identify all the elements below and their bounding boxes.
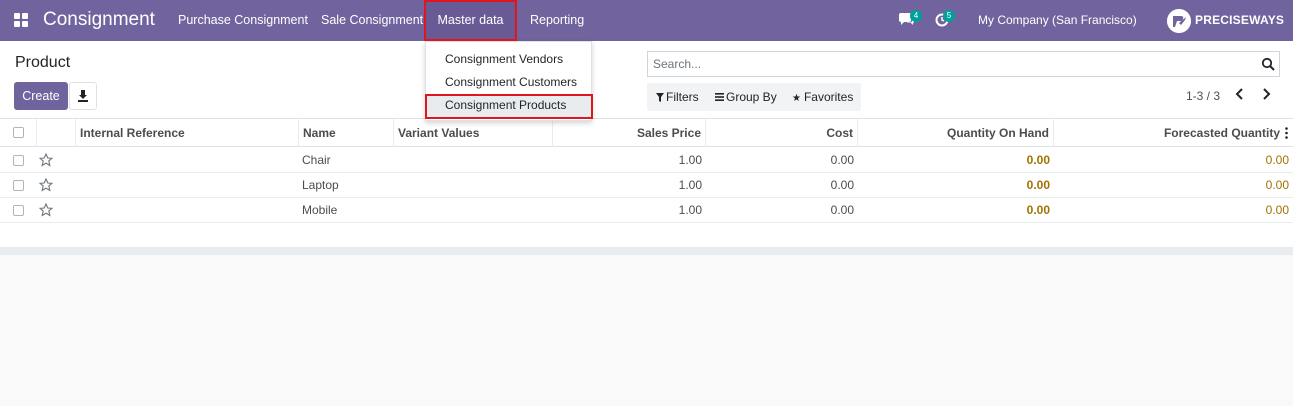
cell-sales-price: 1.00 (678, 178, 702, 192)
star-outline-icon[interactable] (39, 153, 53, 167)
control-panel: Product Create Filters Group By ★Favorit… (0, 41, 1293, 119)
top-navbar: Consignment Purchase Consignment Sale Co… (0, 0, 1293, 41)
select-all-checkbox[interactable] (13, 127, 24, 138)
star-outline-icon[interactable] (39, 203, 53, 217)
table-header: Internal Reference Name Variant Values S… (0, 119, 1293, 147)
row-checkbox[interactable] (13, 155, 24, 166)
cell-internal-reference (76, 198, 299, 223)
row-checkbox[interactable] (13, 180, 24, 191)
search-options: Filters Group By ★ Favorites (647, 83, 861, 111)
favorite-column-header (37, 119, 76, 147)
cell-name: Mobile (302, 203, 338, 217)
search-bar[interactable] (647, 51, 1280, 77)
star-outline-icon[interactable] (39, 178, 53, 192)
product-list-table: Internal Reference Name Variant Values S… (0, 119, 1293, 247)
cell-forecasted-quantity: 0.00 (1265, 178, 1289, 192)
cell-forecasted-quantity: 0.00 (1265, 203, 1289, 217)
menu-item-consignment-customers[interactable]: Consignment Customers (426, 71, 593, 94)
cell-quantity-on-hand: 0.00 (1026, 153, 1050, 167)
cell-variant-values (394, 148, 553, 173)
table-row[interactable]: Mobile 1.00 0.00 0.00 0.00 (0, 198, 1293, 223)
cell-quantity-on-hand: 0.00 (1026, 178, 1050, 192)
favorites-label: Favorites (803, 90, 854, 104)
cell-variant-values (394, 173, 553, 198)
pager-value[interactable]: 1-3 / 3 (1186, 89, 1220, 103)
company-switcher[interactable]: My Company (San Francisco) (978, 0, 1137, 41)
select-all-cell (0, 119, 37, 147)
cell-sales-price: 1.00 (678, 203, 702, 217)
column-cost[interactable]: Cost (706, 119, 858, 147)
user-menu[interactable]: PRECISEWAYS (1195, 0, 1284, 41)
activity-count-badge: 5 (943, 10, 955, 22)
favorites-button[interactable]: ★ Favorites (792, 83, 853, 111)
export-button[interactable] (69, 82, 97, 110)
menu-reporting[interactable]: Reporting (530, 0, 584, 41)
cell-sales-price: 1.00 (678, 153, 702, 167)
table-row[interactable]: Laptop 1.00 0.00 0.00 0.00 (0, 173, 1293, 198)
cell-forecasted-quantity: 0.00 (1265, 153, 1289, 167)
column-variant-values[interactable]: Variant Values (394, 119, 553, 147)
menu-master-data[interactable]: Master data (425, 0, 516, 41)
group-by-icon (715, 93, 724, 101)
cell-cost: 0.00 (830, 203, 854, 217)
cell-cost: 0.00 (830, 153, 854, 167)
chevron-right-icon[interactable] (1260, 87, 1272, 101)
user-avatar-logo-icon[interactable] (1167, 9, 1191, 33)
filters-label: Filters (666, 90, 699, 104)
cell-variant-values (394, 198, 553, 223)
row-checkbox[interactable] (13, 205, 24, 216)
cell-cost: 0.00 (830, 178, 854, 192)
filter-icon (656, 93, 664, 102)
column-sales-price[interactable]: Sales Price (553, 119, 706, 147)
cell-name: Chair (302, 153, 331, 167)
column-internal-reference[interactable]: Internal Reference (76, 119, 299, 147)
group-by-button[interactable]: Group By (715, 83, 777, 111)
column-forecasted-quantity[interactable]: Forecasted Quantity (1054, 119, 1284, 147)
cell-name: Laptop (302, 178, 339, 192)
column-name[interactable]: Name (299, 119, 394, 147)
list-footer (0, 247, 1293, 255)
app-title[interactable]: Consignment (43, 9, 155, 31)
cell-internal-reference (76, 148, 299, 173)
table-row[interactable]: Chair 1.00 0.00 0.00 0.00 (0, 148, 1293, 173)
filters-button[interactable]: Filters (656, 83, 699, 111)
search-input[interactable] (648, 52, 1248, 76)
chevron-left-icon[interactable] (1234, 87, 1246, 101)
chat-count-badge: 4 (910, 10, 922, 22)
menu-sale-consignment[interactable]: Sale Consignment (321, 0, 423, 41)
create-button[interactable]: Create (14, 82, 68, 110)
column-quantity-on-hand[interactable]: Quantity On Hand (858, 119, 1054, 147)
menu-item-consignment-vendors[interactable]: Consignment Vendors (426, 48, 593, 71)
download-icon (78, 90, 88, 102)
apps-menu-icon[interactable] (14, 13, 28, 27)
master-data-dropdown: Consignment Vendors Consignment Customer… (425, 41, 593, 121)
star-icon: ★ (792, 93, 801, 104)
cell-quantity-on-hand: 0.00 (1026, 203, 1050, 217)
cell-internal-reference (76, 173, 299, 198)
optional-columns-icon[interactable] (1285, 127, 1288, 139)
menu-item-consignment-products[interactable]: Consignment Products (426, 94, 593, 117)
group-by-label: Group By (726, 90, 777, 104)
menu-purchase-consignment[interactable]: Purchase Consignment (178, 0, 308, 41)
breadcrumb: Product (15, 54, 71, 71)
search-icon[interactable] (1261, 57, 1275, 71)
